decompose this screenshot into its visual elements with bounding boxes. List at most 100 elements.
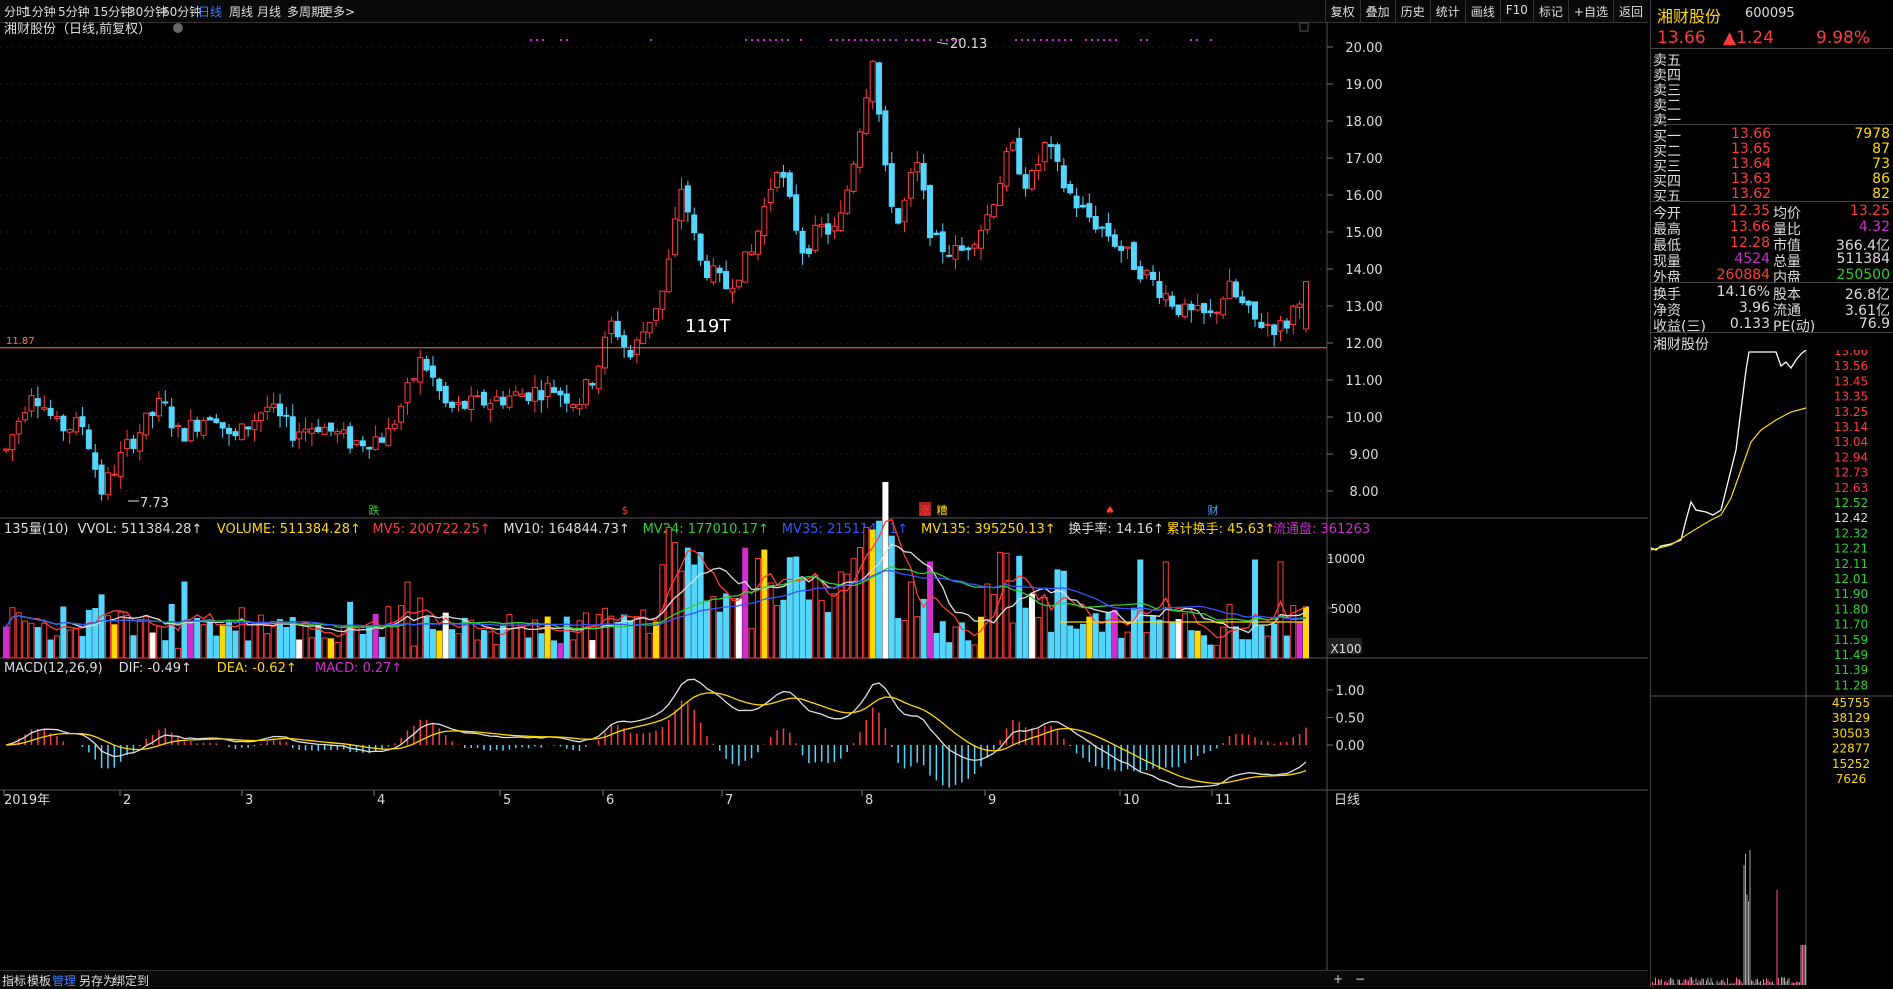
candle-body: [1086, 203, 1093, 218]
volume-bar: [187, 620, 194, 659]
volume-bar: [1283, 635, 1290, 659]
bottom-tab-4[interactable]: 绑定到: [113, 972, 149, 989]
period-tab-2[interactable]: 5分钟: [58, 3, 90, 20]
volume-bar: [978, 616, 984, 659]
candle-body: [984, 214, 991, 231]
zoom-in-button[interactable]: +: [1333, 972, 1343, 986]
period-tab-1[interactable]: 1分钟: [24, 3, 56, 20]
candle-body: [1118, 245, 1125, 251]
tool-button-7[interactable]: +自选: [1567, 0, 1613, 22]
candle-body: [500, 396, 507, 406]
volume-bar: [53, 635, 60, 659]
candle-body: [525, 392, 532, 402]
candle-body: [519, 393, 526, 397]
candle-body: [1220, 298, 1227, 316]
tool-button-1[interactable]: 叠加: [1359, 0, 1395, 22]
candle-body: [939, 231, 946, 253]
bottom-tab-3[interactable]: 另存为: [79, 972, 115, 989]
volume-bar: [1079, 623, 1086, 659]
volume-bar: [73, 628, 80, 659]
volume-bar: [1201, 635, 1208, 659]
candle-body: [181, 428, 188, 442]
stat-label-7-a: 收益(三): [1653, 319, 1706, 335]
tool-button-2[interactable]: 历史: [1394, 0, 1430, 22]
candle-body: [844, 189, 851, 214]
candle-body: [321, 426, 328, 435]
settings-icon[interactable]: [1299, 22, 1309, 32]
candle-body: [1137, 266, 1144, 280]
volume-bar: [206, 621, 213, 659]
volume-bar: [117, 611, 124, 659]
volume-bar: [41, 622, 48, 659]
volume-bar: [1054, 569, 1061, 659]
signal-dot: [895, 39, 897, 41]
candle-body: [952, 245, 959, 260]
tool-button-8[interactable]: 返回: [1612, 0, 1648, 22]
signal-dot: [871, 39, 873, 41]
panel-divider: [1651, 201, 1893, 202]
volume-bar: [614, 621, 621, 659]
volume-bar: [238, 607, 245, 659]
candle-body: [1296, 303, 1303, 309]
bid-volume-4: 82: [1872, 186, 1890, 202]
period-tab-8[interactable]: 月线: [257, 3, 281, 20]
tool-button-5[interactable]: F10: [1499, 0, 1533, 22]
tool-button-6[interactable]: 标记: [1532, 0, 1568, 22]
volume-bar: [1086, 616, 1093, 659]
period-tab-5[interactable]: 60分钟: [162, 3, 201, 20]
candle-body: [946, 254, 953, 257]
period-tab-7[interactable]: 周线: [229, 3, 253, 20]
candle-body: [493, 396, 500, 402]
candle-body: [353, 440, 360, 445]
stock-code: 600095: [1745, 6, 1795, 21]
bottom-tab-0[interactable]: 指标: [2, 972, 26, 989]
time-axis-label-8: 9: [988, 793, 996, 808]
volume-bar: [251, 622, 258, 659]
period-tab-9[interactable]: 多周期: [287, 3, 323, 20]
candle-body: [1079, 204, 1086, 208]
candle-body: [786, 172, 793, 197]
period-tab-3[interactable]: 15分钟: [93, 3, 132, 20]
volume-bar: [780, 599, 787, 659]
intraday-mini-chart[interactable]: 13.6613.5613.45 13.3513.2513.1413.0412.94…: [1651, 350, 1893, 985]
zoom-out-button[interactable]: −: [1355, 972, 1365, 986]
tool-button-0[interactable]: 复权: [1324, 0, 1360, 22]
mini-volume-label-0: 45755: [1832, 696, 1870, 710]
candle-body: [812, 224, 819, 251]
volume-bar: [277, 619, 284, 659]
volume-bar: [576, 620, 583, 659]
kline-chart-area[interactable]: 湘财股份（日线,前复权）20.0019.0018.0017.0016.0015.…: [0, 22, 1648, 970]
candle-body: [143, 412, 150, 436]
candle-body: [3, 448, 9, 451]
volume-bar: [850, 558, 857, 659]
panel-divider: [1651, 282, 1893, 283]
tool-button-4[interactable]: 画线: [1464, 0, 1500, 22]
mini-price-label-16: 11.90: [1834, 587, 1868, 601]
volume-bar: [1099, 631, 1106, 659]
macd-legend-item-0: MACD(12,26,9): [4, 661, 103, 676]
candle-body: [340, 429, 347, 434]
volume-bar: [436, 630, 443, 659]
candle-body: [385, 428, 392, 447]
macd-legend-item-3: MACD: 0.27↑: [315, 661, 402, 676]
volume-bar: [570, 639, 577, 659]
volume-bar: [914, 616, 921, 659]
price-axis-label-7: 13.00: [1345, 300, 1382, 315]
bottom-tab-1[interactable]: 模板: [27, 972, 51, 989]
volume-bar: [79, 636, 86, 659]
period-tab-10[interactable]: 更多>: [321, 3, 355, 20]
mini-price-label-20: 11.49: [1834, 648, 1868, 662]
bid-volume-3: 86: [1872, 171, 1890, 187]
time-axis-label-2: 3: [245, 793, 253, 808]
macd-axis-label-1: 0.50: [1336, 712, 1365, 727]
intraday-price-line: [1651, 350, 1807, 551]
title-menu-icon[interactable]: [173, 23, 183, 33]
tool-button-3[interactable]: 统计: [1429, 0, 1465, 22]
candle-body: [646, 321, 653, 334]
bottom-tab-2[interactable]: 管理: [52, 972, 76, 989]
volume-bar: [608, 615, 615, 659]
volume-bar: [774, 605, 781, 659]
period-tab-6[interactable]: 日线: [198, 3, 222, 20]
volume-bar: [716, 611, 723, 659]
candle-body: [697, 233, 704, 261]
